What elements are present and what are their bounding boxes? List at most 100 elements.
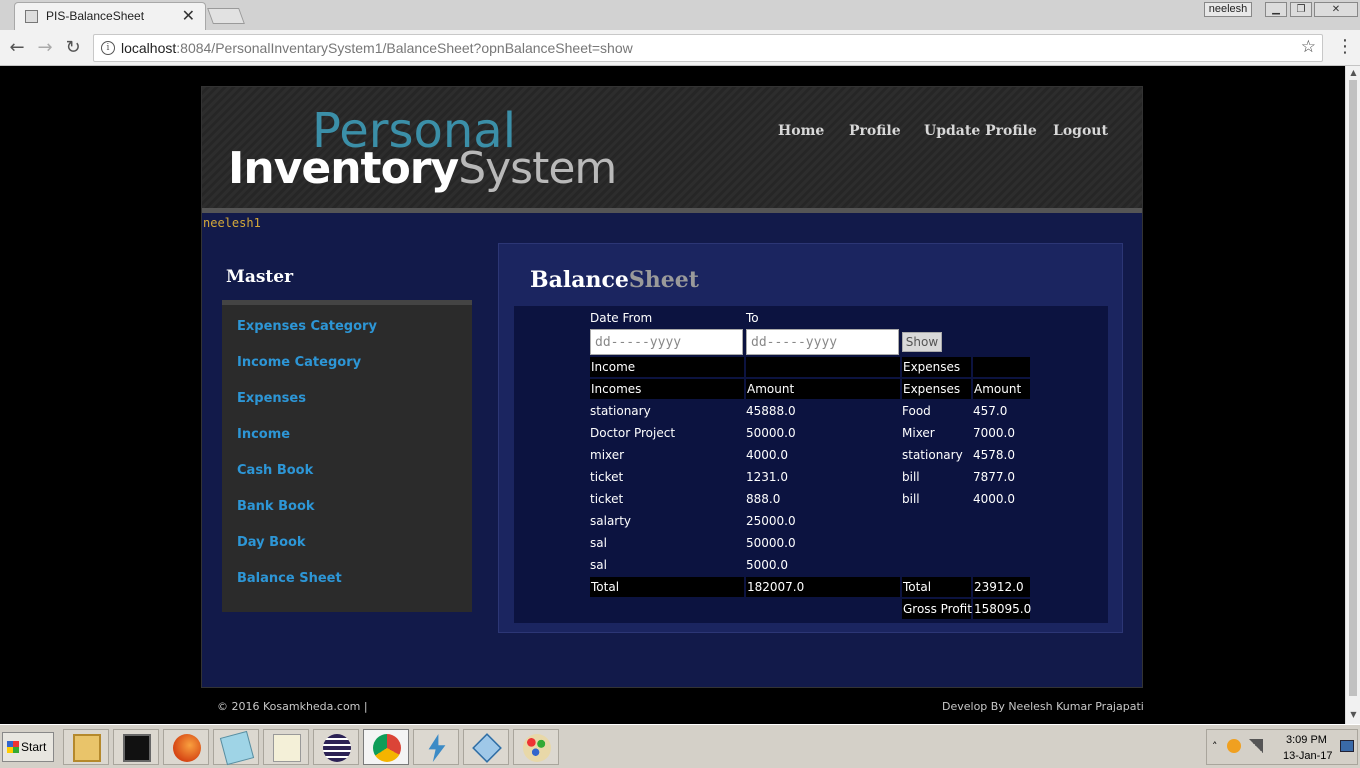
page-scrollbar[interactable]: ▲ ▼ [1345,66,1360,724]
tray-app-icon[interactable] [1227,739,1241,753]
scroll-down-icon[interactable]: ▼ [1346,710,1360,719]
taskbar-eclipse[interactable] [313,729,359,765]
restore-icon[interactable]: ❐ [1290,2,1312,17]
tray-expand-icon[interactable]: ˄ [1212,740,1218,753]
income-row-amount: 50000.0 [746,426,796,440]
scroll-thumb[interactable] [1349,80,1357,696]
nav-profile[interactable]: Profile [849,123,901,139]
income-row-name: Doctor Project [590,426,676,440]
sidebar-item-income-category[interactable]: Income Category [237,355,361,370]
browser-toolbar: ← → ↻ i localhost:8084/PersonalInventary… [0,30,1360,66]
taskbar-flash-app[interactable] [413,729,459,765]
expense-row-amount: 7877.0 [973,470,1015,484]
sidebar-item-expenses-category[interactable]: Expenses Category [237,319,377,334]
income-row-amount: 1231.0 [746,470,788,484]
clock-date: 13-Jan-17 [1283,750,1333,762]
new-tab-button[interactable] [207,8,245,24]
sidebar-item-bank-book[interactable]: Bank Book [237,499,315,514]
sidebar-item-expenses[interactable]: Expenses [237,391,306,406]
sidebar-title: Master [226,267,294,287]
chrome-icon [373,734,401,762]
income-row-name: mixer [590,448,625,462]
site-container: Personal InventorySystem Home Profile Up… [201,86,1143,688]
date-from-input[interactable] [591,330,742,354]
date-to-label: To [746,311,759,325]
taskbar-paint[interactable] [513,729,559,765]
browser-tab[interactable]: PIS-BalanceSheet ✕ [14,2,206,30]
profile-chip[interactable]: neelesh [1204,2,1252,17]
date-to-field[interactable] [746,329,899,355]
show-button[interactable]: Show [902,332,942,352]
income-row-name: ticket [590,492,624,506]
taskbar-virtualbox[interactable] [463,729,509,765]
windows-taskbar: Start ˄ 3:09 PM 13-Jan-17 [0,724,1360,768]
cube-icon [472,733,502,763]
expense-row-name: bill [902,492,920,506]
income-section-header: Income [590,357,744,377]
income-row-name: salarty [590,514,632,528]
income-row-amount: 50000.0 [746,536,796,550]
date-from-field[interactable] [590,329,743,355]
incomes-column-header: Incomes [590,379,744,399]
balance-sheet-panel: Date From To Show Income Expenses Income… [514,306,1108,623]
logo-inventory-system[interactable]: InventorySystem [228,143,617,194]
back-arrow-icon[interactable]: ← [6,37,28,59]
tab-close-icon[interactable]: ✕ [182,6,195,25]
show-desktop-icon[interactable] [1340,740,1354,752]
income-row-amount: 888.0 [746,492,781,506]
expense-amount-column-header: Amount [973,379,1030,399]
expense-row-name: bill [902,470,920,484]
site-header: Personal InventorySystem Home Profile Up… [202,87,1142,208]
minimize-icon[interactable]: ▁ [1265,2,1287,17]
income-row-amount: 25000.0 [746,514,796,528]
income-header-spacer [746,357,900,377]
bookmark-star-icon[interactable]: ☆ [1301,37,1316,57]
tab-title: PIS-BalanceSheet [46,9,145,23]
folder-icon [73,734,101,762]
taskbar-firefox[interactable] [163,729,209,765]
sidebar-item-income[interactable]: Income [237,427,290,442]
taskbar-text-editor[interactable] [263,729,309,765]
paint-palette-icon [523,734,551,762]
nav-home[interactable]: Home [778,123,824,139]
nav-update-profile[interactable]: Update Profile [924,123,1037,139]
income-row-name: ticket [590,470,624,484]
sidebar-item-day-book[interactable]: Day Book [237,535,306,550]
start-button[interactable]: Start [2,732,54,762]
window-close-icon[interactable]: ✕ [1314,2,1358,17]
page-title: BalanceSheet [530,267,699,293]
page-favicon-icon [25,10,38,23]
income-row-amount: 4000.0 [746,448,788,462]
lightning-icon [428,734,446,762]
date-to-input[interactable] [747,330,898,354]
network-signal-icon[interactable] [1249,739,1263,753]
system-tray: ˄ [1206,729,1358,765]
balance-sheet-section: BalanceSheet Date From To Show Income Ex… [498,243,1123,633]
nav-logout[interactable]: Logout [1053,123,1108,139]
browser-menu-icon[interactable]: ⋮ [1336,36,1354,57]
taskbar-command-prompt[interactable] [113,729,159,765]
sidebar-menu: Expenses Category Income Category Expens… [222,300,472,612]
expense-row-amount: 4578.0 [973,448,1015,462]
address-bar[interactable]: i localhost:8084/PersonalInventarySystem… [93,34,1323,62]
expense-total-label: Total [902,577,971,597]
sidebar-item-cash-book[interactable]: Cash Book [237,463,313,478]
url-text[interactable]: localhost:8084/PersonalInventarySystem1/… [121,40,633,56]
footer-developer: Develop By Neelesh Kumar Prajapati [942,700,1144,713]
taskbar-app-notepad[interactable] [213,729,259,766]
forward-arrow-icon[interactable]: → [34,37,56,59]
expenses-column-header: Expenses [902,379,971,399]
page-viewport: Personal InventorySystem Home Profile Up… [0,66,1345,724]
windows-logo-icon [7,741,19,753]
sidebar-item-balance-sheet[interactable]: Balance Sheet [237,571,342,586]
info-icon[interactable]: i [101,41,115,55]
taskbar-chrome[interactable] [363,729,409,765]
scroll-up-icon[interactable]: ▲ [1346,68,1360,77]
reload-icon[interactable]: ↻ [62,37,84,59]
income-row-name: sal [590,558,607,572]
date-from-label: Date From [590,311,653,325]
footer-copyright: © 2016 Kosamkheda.com | [217,700,368,713]
taskbar-file-explorer[interactable] [63,729,109,765]
expense-row-amount: 457.0 [973,404,1008,418]
income-amount-column-header: Amount [746,379,900,399]
